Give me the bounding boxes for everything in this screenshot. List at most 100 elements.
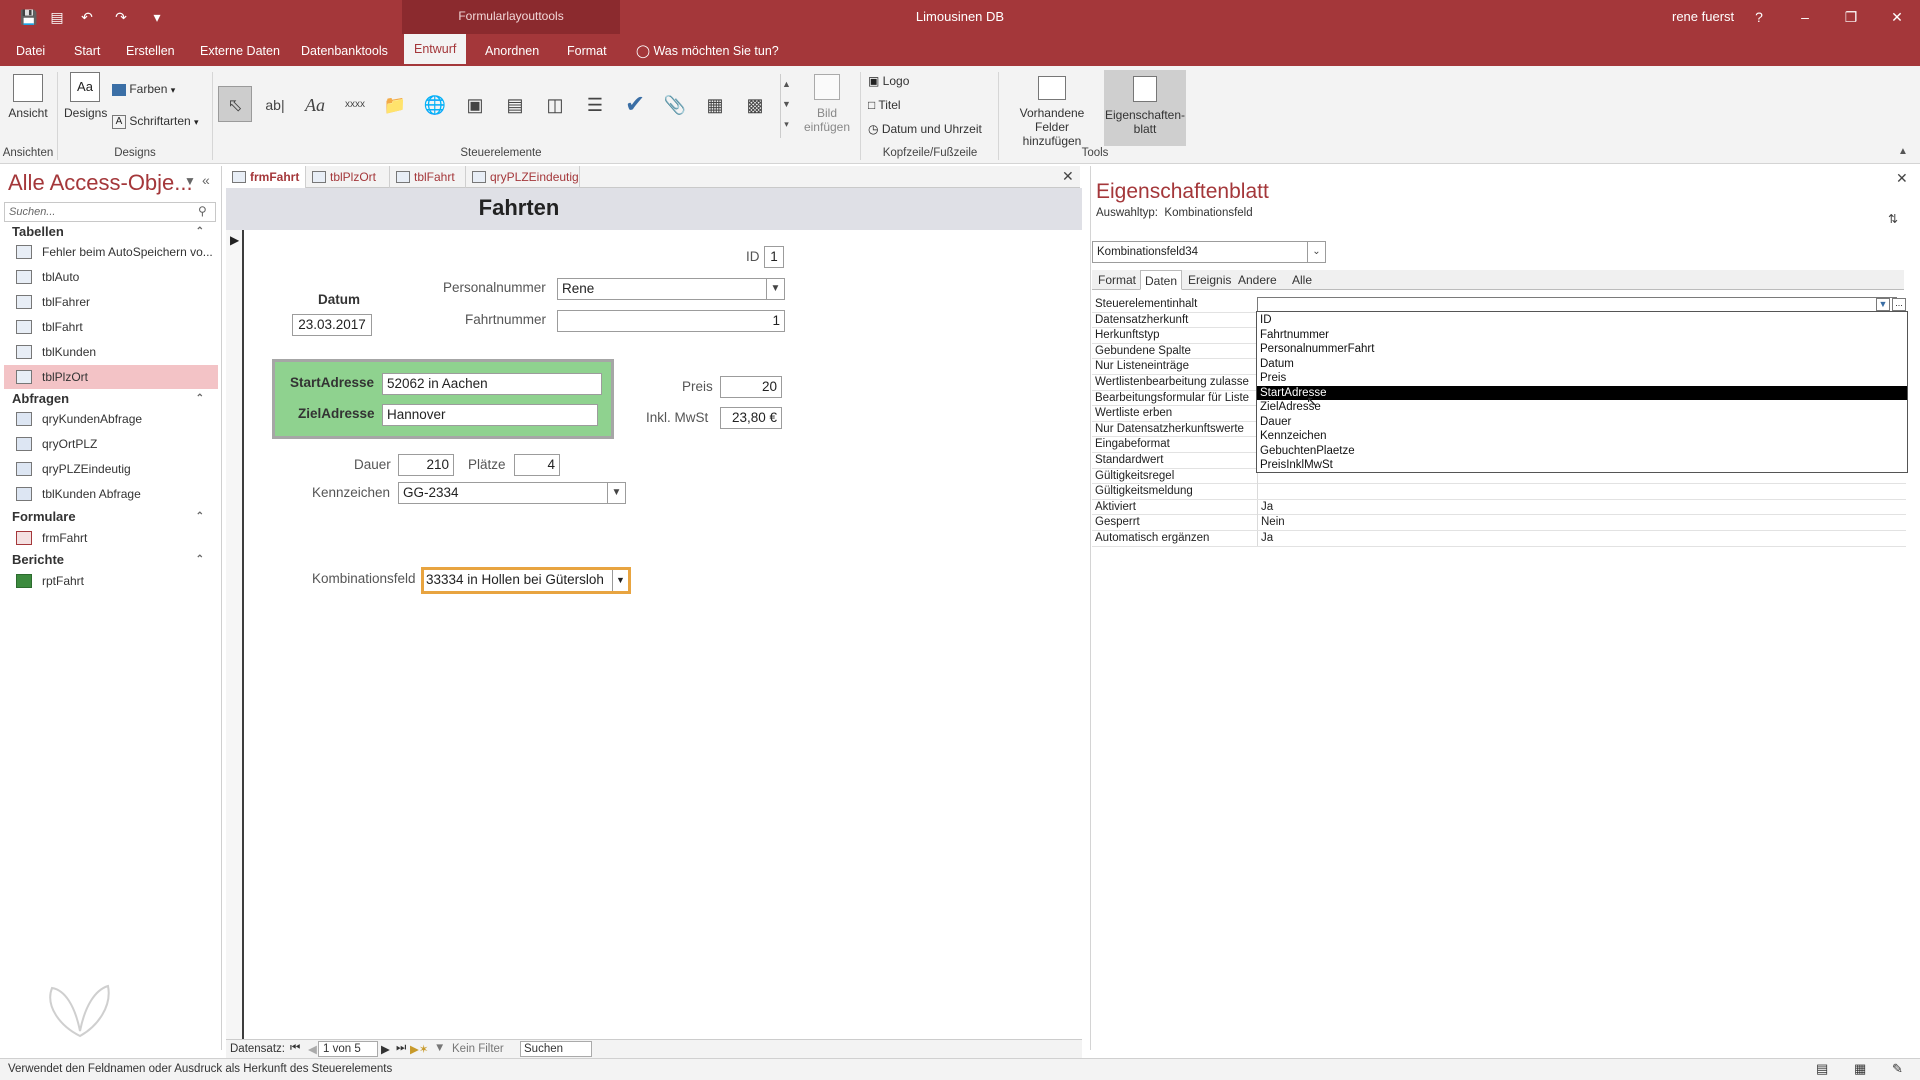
section-berichte[interactable]: Berichte ⌃ [4, 550, 214, 570]
subform-control-icon[interactable]: ▦ [698, 86, 732, 122]
nav-item-query[interactable]: qryOrtPLZ [4, 432, 218, 456]
tab-format[interactable]: Format [557, 42, 617, 66]
dropdown-option[interactable]: Preis [1257, 371, 1907, 386]
tab-control-icon[interactable]: 📁 [378, 86, 412, 122]
doc-tab-tblfahrt[interactable]: tblFahrt [390, 166, 466, 188]
dropdown-option-highlighted[interactable]: StartAdresse [1257, 385, 1907, 400]
save-icon[interactable]: 💾 [18, 6, 40, 28]
filter-status[interactable]: Kein Filter [452, 1043, 504, 1055]
chevron-down-icon[interactable]: ▼ [1876, 298, 1890, 311]
option-group-icon[interactable]: ◫ [538, 86, 572, 122]
redo-icon[interactable]: ↷ [110, 6, 132, 28]
nav-item-query[interactable]: qryPLZEindeutig [4, 457, 218, 481]
chevron-down-icon[interactable]: ▼ [607, 483, 625, 503]
tab-externe-daten[interactable]: Externe Daten [190, 42, 290, 66]
prop-row[interactable]: Aktiviert Ja [1092, 499, 1906, 516]
image-control-icon[interactable]: ▩ [738, 86, 772, 122]
dropdown-option[interactable]: ZielAdresse [1257, 400, 1907, 415]
tab-erstellen[interactable]: Erstellen [116, 42, 185, 66]
dropdown-option[interactable]: Datum [1257, 357, 1907, 372]
titel-button[interactable]: □ Titel [868, 98, 901, 112]
prop-value[interactable]: Nein [1257, 515, 1897, 531]
customize-qat-icon[interactable]: ▾ [146, 6, 168, 28]
record-search-input[interactable]: Suchen [520, 1041, 592, 1057]
tab-start[interactable]: Start [64, 42, 110, 66]
restore-icon[interactable]: ❐ [1834, 4, 1868, 30]
preis-field[interactable]: 20 [720, 376, 782, 398]
attachment-control-icon[interactable]: 📎 [658, 86, 692, 122]
close-window-icon[interactable]: ✕ [1880, 4, 1914, 30]
eigenschaftenblatt-button[interactable]: Eigenschaften- blatt [1104, 70, 1186, 146]
nav-item-query[interactable]: tblKunden Abfrage [4, 482, 218, 506]
plaetze-field[interactable]: 4 [514, 454, 560, 476]
collapse-ribbon-icon[interactable]: ▲ [1898, 146, 1908, 157]
navigation-control-icon[interactable]: ▤ [498, 86, 532, 122]
nav-item-table[interactable]: tblAuto [4, 265, 218, 289]
layout-view-icon[interactable]: ▦ [1854, 1061, 1866, 1077]
nav-search-input[interactable]: Suchen... [4, 202, 216, 222]
new-record-icon[interactable]: ▶✶ [410, 1042, 428, 1056]
mwst-field[interactable]: 23,80 € [720, 407, 782, 429]
checkbox-control-icon[interactable]: ✔ [618, 86, 652, 122]
prop-row[interactable]: Gesperrt Nein [1092, 515, 1906, 531]
doc-tab-frmfahrt[interactable]: frmFahrt [226, 166, 306, 188]
close-document-icon[interactable]: ✕ [1062, 166, 1078, 186]
prop-tab-daten[interactable]: Daten [1140, 270, 1183, 290]
object-selector-combo[interactable]: Kombinationsfeld34 ⌄ [1092, 241, 1326, 263]
chevron-down-icon[interactable]: ▼ [612, 570, 628, 591]
dropdown-option[interactable]: Kennzeichen [1257, 429, 1907, 444]
form-view-icon[interactable]: ▤ [46, 6, 68, 28]
prop-row[interactable]: Automatisch ergänzen Ja [1092, 531, 1906, 547]
nav-item-query[interactable]: qryKundenAbfrage [4, 407, 218, 431]
nav-menu-icon[interactable]: ▼ [184, 174, 196, 188]
tab-anordnen[interactable]: Anordnen [475, 42, 549, 66]
section-abfragen[interactable]: Abfragen ⌃ [4, 389, 214, 409]
next-record-icon[interactable]: ▶ [381, 1042, 390, 1056]
prop-value[interactable] [1257, 484, 1897, 500]
kennzeichen-combo[interactable]: GG-2334 ▼ [398, 482, 626, 504]
prop-row[interactable]: Gültigkeitsmeldung [1092, 484, 1906, 500]
dropdown-option[interactable]: PersonalnummerFahrt [1257, 342, 1907, 357]
tell-me-search[interactable]: ◯ Was möchten Sie tun? [626, 42, 789, 66]
textbox-control-icon[interactable]: ab| [258, 86, 292, 122]
section-formulare[interactable]: Formulare ⌃ [4, 507, 214, 527]
startadresse-field[interactable]: 52062 in Aachen [382, 373, 602, 395]
datum-uhrzeit-button[interactable]: ◷ Datum und Uhrzeit [868, 122, 982, 136]
hyperlink-control-icon[interactable]: 🌐 [418, 86, 452, 122]
nav-item-table[interactable]: tblKunden [4, 340, 218, 364]
prop-tab-alle[interactable]: Alle [1288, 270, 1316, 290]
fahrtnummer-field[interactable]: 1 [557, 310, 785, 332]
web-browser-control-icon[interactable]: ▣ [458, 86, 492, 122]
doc-tab-tblplzort[interactable]: tblPlzOrt [306, 166, 390, 188]
record-position-input[interactable]: 1 von 5 [318, 1041, 378, 1057]
tab-datei[interactable]: Datei [6, 42, 55, 66]
dropdown-option[interactable]: Dauer [1257, 415, 1907, 430]
nav-item-form[interactable]: frmFahrt [4, 526, 218, 550]
last-record-icon[interactable]: ⏭ [396, 1042, 406, 1055]
prop-tab-andere[interactable]: Andere [1234, 270, 1281, 290]
first-record-icon[interactable]: ⏮ [290, 1042, 300, 1055]
chevron-down-icon[interactable]: ▼ [766, 279, 784, 299]
prop-tab-format[interactable]: Format [1094, 270, 1140, 290]
section-tabellen[interactable]: Tabellen ⌃ [4, 222, 214, 242]
listbox-control-icon[interactable]: ☰ [578, 86, 612, 122]
farben-button[interactable]: Farben ▾ [112, 82, 175, 100]
previous-record-icon[interactable]: ◀ [308, 1042, 317, 1056]
select-pointer-icon[interactable]: ⬁ [218, 86, 252, 122]
prop-value[interactable]: Ja [1257, 499, 1897, 515]
sort-az-icon[interactable]: ⇅ [1888, 212, 1898, 226]
dauer-field[interactable]: 210 [398, 454, 454, 476]
logo-button[interactable]: ▣ Logo [868, 74, 909, 88]
nav-item-table[interactable]: Fehler beim AutoSpeichern vo... [4, 240, 218, 264]
nav-title[interactable]: Alle Access-Obje... [8, 170, 193, 196]
nav-item-table[interactable]: tblFahrer [4, 290, 218, 314]
vorhandene-felder-button[interactable]: Vorhandene Felder hinzufügen [1004, 76, 1100, 148]
kombinationsfeld-combo-selected[interactable]: 33334 in Hollen bei Gütersloh ▼ [421, 567, 631, 594]
tab-datenbanktools[interactable]: Datenbanktools [291, 42, 398, 66]
controls-gallery-scroll[interactable]: ▲ ▼ ▾ [780, 74, 792, 138]
nav-item-table[interactable]: tblFahrt [4, 315, 218, 339]
designs-button[interactable]: Aa Designs [64, 72, 107, 138]
nav-item-report[interactable]: rptFahrt [4, 569, 218, 593]
label-control-icon[interactable]: Aa [298, 86, 332, 122]
record-selector[interactable] [226, 230, 244, 1040]
